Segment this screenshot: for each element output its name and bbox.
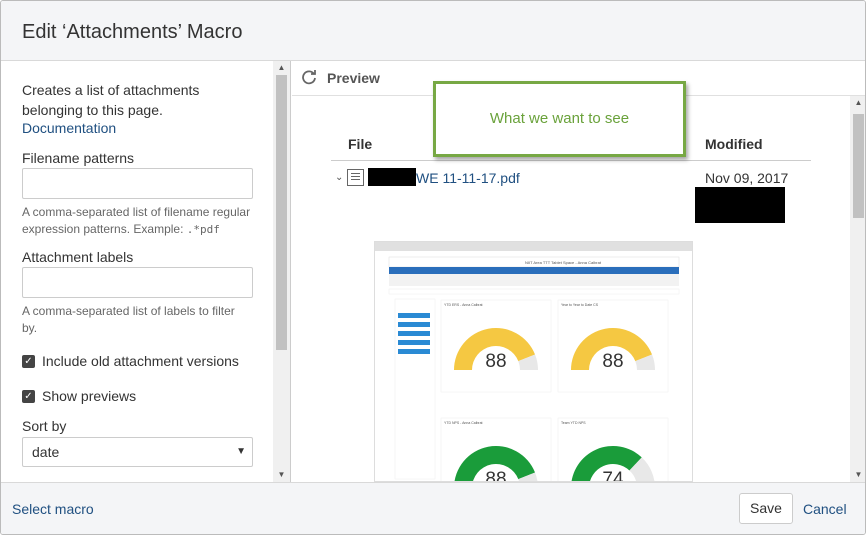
callout-text: What we want to see [489, 110, 630, 127]
attachment-preview-thumbnail[interactable]: NIIT Area TTT Tablet Space - Anna Calbra… [374, 241, 693, 482]
annotation-callout: What we want to see [433, 81, 686, 157]
macro-parameters-panel: Creates a list of attachments belonging … [1, 61, 291, 482]
left-scrollbar[interactable]: ▲ ▼ [273, 61, 290, 482]
redaction-box [695, 187, 785, 223]
include-old-versions-checkbox[interactable]: ✓ [22, 354, 35, 368]
right-scroll-thumb[interactable] [853, 114, 864, 218]
attachment-labels-input[interactable] [22, 267, 253, 298]
filename-patterns-hint: A comma-separated list of filename regul… [22, 205, 251, 236]
chevron-down-icon[interactable]: ⌄ [335, 172, 343, 183]
gauge-value: 74 [602, 469, 624, 482]
thumbnail-panel-title: Team YTD NPS [561, 421, 586, 425]
filename-patterns-label: Filename patterns [22, 150, 135, 166]
thumbnail-header-title: NIIT Area TTT Tablet Space - Anna Calbra… [525, 260, 602, 265]
save-button[interactable]: Save [739, 493, 793, 524]
scroll-up-icon[interactable]: ▲ [850, 96, 865, 110]
scroll-down-icon[interactable]: ▼ [850, 468, 865, 482]
attachment-file-link[interactable]: WE 11-11-17.pdf [416, 170, 520, 186]
show-previews-checkbox[interactable]: ✓ [22, 389, 35, 403]
thumbnail-panel-title: YTD ERS - Anna Calbrat [444, 303, 483, 307]
include-old-versions-label: Include old attachment versions [42, 353, 239, 369]
thumbnail-image: NIIT Area TTT Tablet Space - Anna Calbra… [375, 242, 692, 482]
left-scroll-thumb[interactable] [276, 75, 287, 350]
sort-by-value: date [32, 444, 60, 460]
filename-patterns-input[interactable] [22, 168, 253, 199]
documentation-link[interactable]: Documentation [22, 120, 116, 136]
right-scrollbar[interactable]: ▲ ▼ [850, 96, 865, 482]
table-header-divider [331, 160, 811, 161]
preview-label: Preview [327, 70, 380, 86]
macro-description: Creates a list of attachments belonging … [22, 82, 200, 118]
show-previews-label: Show previews [42, 388, 137, 404]
file-column-header: File [348, 136, 373, 152]
gauge-value: 88 [485, 351, 506, 372]
select-macro-link[interactable]: Select macro [12, 501, 94, 517]
scroll-down-icon[interactable]: ▼ [273, 468, 290, 482]
attachment-labels-label: Attachment labels [22, 249, 134, 265]
modified-column-header: Modified [705, 136, 763, 152]
attachment-labels-hint: A comma-separated list of labels to filt… [22, 304, 235, 335]
thumbnail-panel-title: Year to Year to Date CS [561, 303, 599, 307]
preview-panel: Preview File Modified ⌄ WE 11-11-17.pdf … [292, 61, 865, 482]
refresh-icon[interactable] [301, 69, 317, 90]
chevron-down-icon: ▼ [236, 446, 246, 457]
sort-by-select[interactable]: date ▼ [22, 437, 253, 467]
macro-dialog: Edit ‘Attachments’ Macro Creates a list … [0, 0, 866, 535]
dialog-header: Edit ‘Attachments’ Macro [1, 1, 865, 61]
thumbnail-panel-title: YTD NPS - Anna Calbrat [444, 421, 483, 425]
redaction-box [368, 168, 416, 186]
modified-date: Nov 09, 2017 [705, 170, 789, 186]
gauge-value: 88 [485, 469, 506, 482]
dialog-footer: Select macro Save Cancel [1, 482, 865, 534]
gauge-value: 88 [602, 351, 623, 372]
include-old-versions-row[interactable]: ✓ Include old attachment versions [22, 353, 239, 369]
dialog-title: Edit ‘Attachments’ Macro [22, 21, 243, 43]
sort-by-label: Sort by [22, 418, 67, 434]
pdf-file-icon [347, 169, 364, 186]
show-previews-row[interactable]: ✓ Show previews [22, 388, 136, 404]
cancel-button[interactable]: Cancel [803, 501, 847, 517]
scroll-up-icon[interactable]: ▲ [273, 61, 290, 75]
